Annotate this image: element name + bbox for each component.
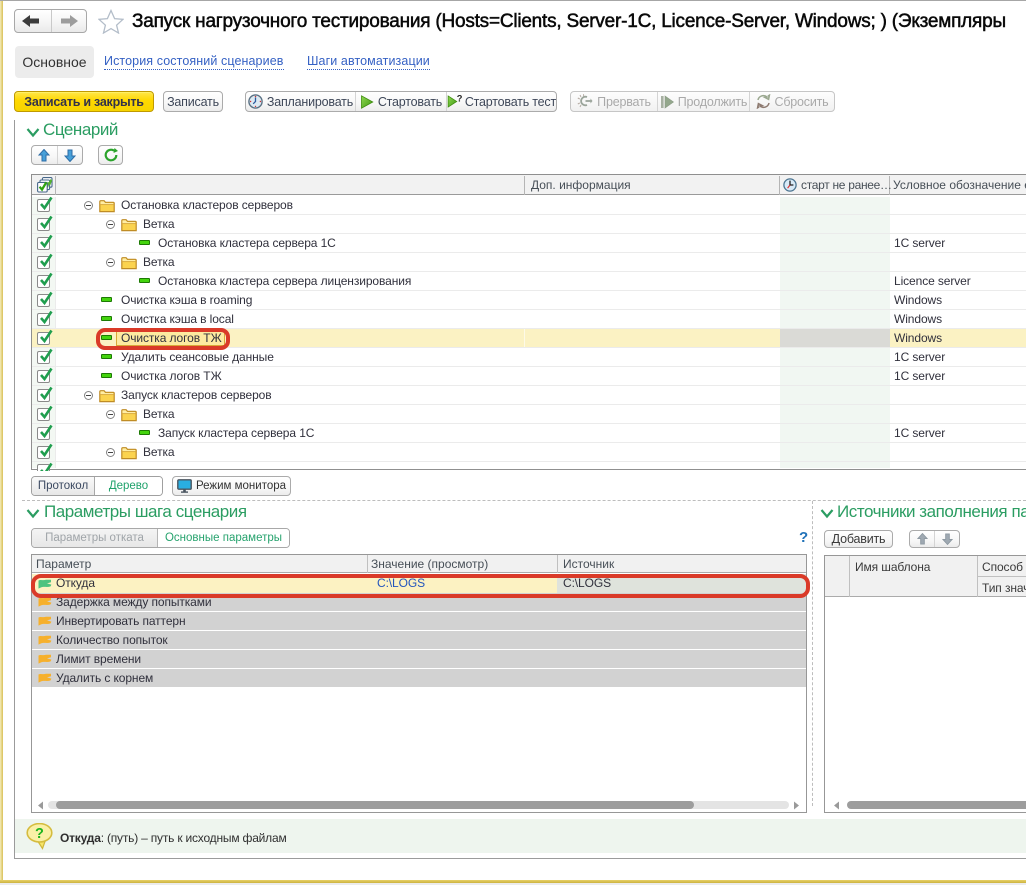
svg-text:?: ?: [457, 94, 463, 104]
svg-text:?: ?: [35, 826, 44, 842]
